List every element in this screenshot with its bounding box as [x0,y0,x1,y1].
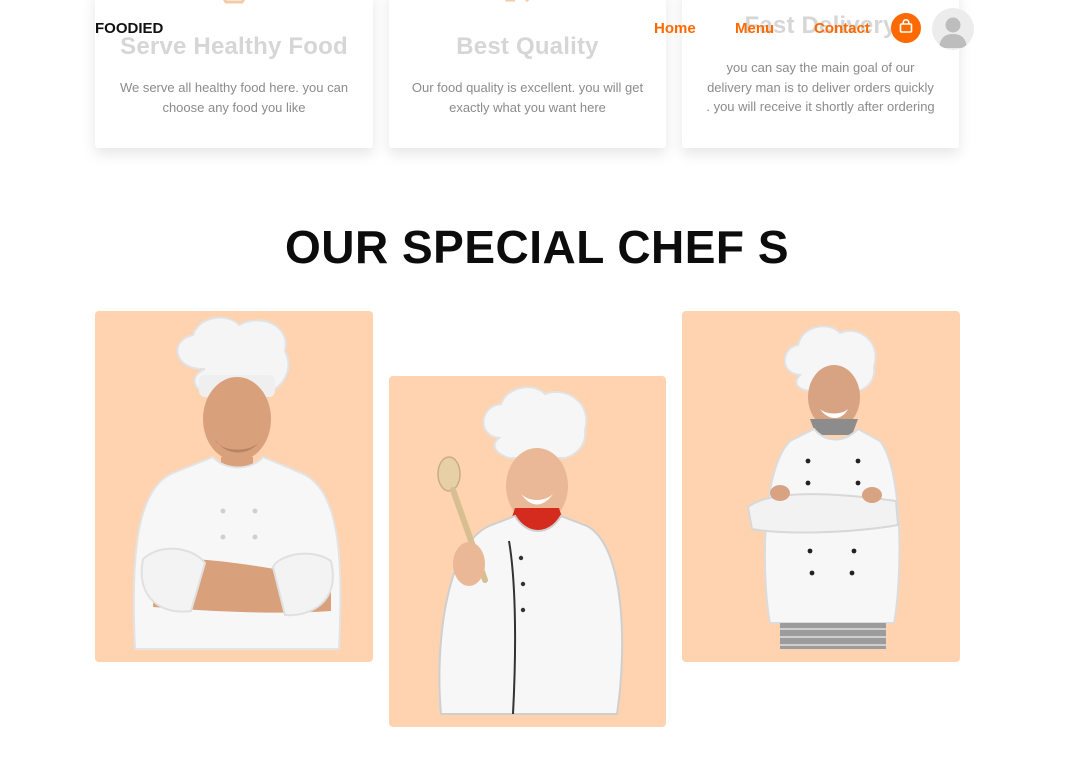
chef-photo [437,386,624,715]
nav-link-menu[interactable]: Menu [735,20,774,37]
shopping-bag-icon [899,18,913,38]
feature-card-best-quality: Best Quality Our food quality is excelle… [389,0,666,148]
chef-card[interactable] [682,311,960,662]
feature-description: Our food quality is excellent. you will … [411,80,644,115]
nav-link-home[interactable]: Home [654,20,696,37]
section-title-chefs: OUR SPECIAL CHEF S [285,221,789,273]
nav-link-contact[interactable]: Contact [814,20,870,37]
quality-badge-icon [501,0,555,11]
feature-description: you can say the main goal of our deliver… [706,60,935,114]
chef-photo [746,325,901,649]
healthy-food-icon [214,0,254,11]
brand-logo[interactable]: FOODIED [95,20,163,37]
chef-card[interactable] [389,376,666,727]
chef-card[interactable] [95,311,373,662]
feature-title: Serve Healthy Food [120,33,348,60]
feature-description: We serve all healthy food here. you can … [119,80,349,115]
cart-button[interactable] [891,13,921,43]
feature-title: Best Quality [456,33,599,60]
user-avatar-button[interactable] [932,8,974,50]
chef-photo [132,316,342,650]
